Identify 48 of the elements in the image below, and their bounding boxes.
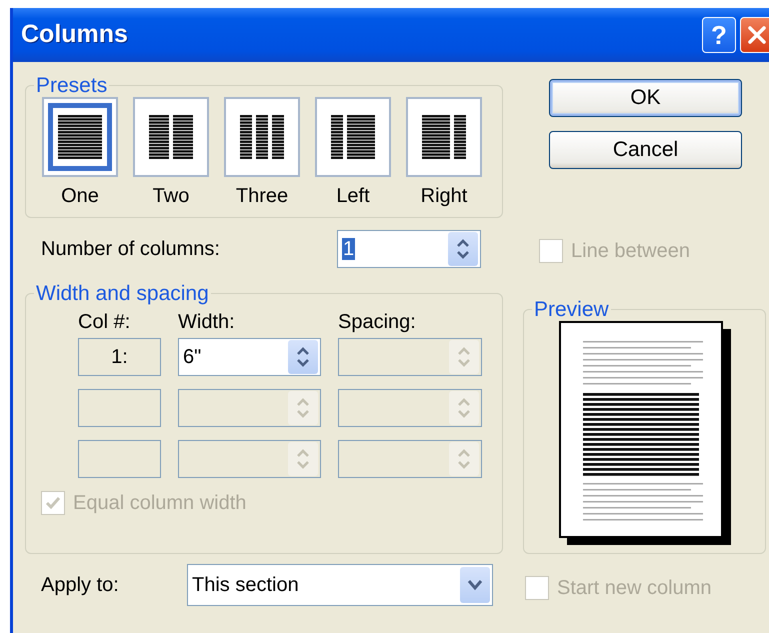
spin-button[interactable] <box>448 232 478 266</box>
column-layout-icon <box>331 114 375 160</box>
chevron-down-icon <box>467 579 483 592</box>
column-header: Spacing: <box>338 310 417 336</box>
spin-button[interactable] <box>288 340 318 374</box>
group-label: Preview <box>533 298 610 322</box>
help-button[interactable]: ? <box>702 17 736 53</box>
checkbox-label: Equal column width <box>73 491 246 516</box>
preset-label: Left <box>336 184 370 210</box>
column-layout-icon <box>240 114 284 160</box>
checkbox-label: Line between <box>571 238 690 264</box>
checkmark-icon <box>45 495 61 512</box>
up-down-arrows-icon <box>457 346 471 368</box>
preset-label: Two <box>152 184 190 210</box>
up-down-arrows-icon <box>456 238 470 260</box>
number-field[interactable]: 1 <box>337 230 481 268</box>
column-header: Col #: <box>78 310 132 336</box>
dialog-button[interactable]: OK <box>549 79 742 117</box>
column-header: Width: <box>178 310 236 336</box>
preset-label: Right <box>420 184 468 210</box>
preset-tile[interactable] <box>42 97 118 178</box>
column-layout-icon <box>149 114 193 160</box>
preset-label: Three <box>236 184 288 210</box>
dialog-button[interactable]: Cancel <box>549 131 742 169</box>
width-field[interactable]: 6" <box>178 338 321 376</box>
close-button[interactable] <box>740 17 769 53</box>
up-down-arrows-icon <box>296 448 310 470</box>
column-layout-icon <box>422 114 466 160</box>
up-down-arrows-icon <box>457 397 471 420</box>
group-label: Presets <box>35 74 108 98</box>
preset-tile[interactable] <box>406 97 482 178</box>
close-icon <box>747 25 767 45</box>
dropdown-button[interactable] <box>460 567 490 604</box>
group-label: Width and spacing <box>35 282 210 306</box>
field-label: Apply to: <box>41 573 120 598</box>
checkbox-label: Start new column <box>557 576 712 602</box>
preset-tile[interactable] <box>133 97 209 178</box>
field-label: Number of columns: <box>41 237 221 262</box>
up-down-arrows-icon <box>457 448 471 470</box>
window-title: Columns <box>21 19 129 50</box>
preset-label: One <box>61 184 99 210</box>
preset-tile[interactable] <box>315 97 391 178</box>
column-layout-icon <box>58 114 102 160</box>
apply-to-dropdown[interactable]: This section <box>187 564 493 606</box>
column-number: 1: <box>78 338 161 376</box>
up-down-arrows-icon <box>296 397 310 420</box>
preset-tile[interactable] <box>224 97 300 178</box>
up-down-arrows-icon <box>296 346 310 368</box>
